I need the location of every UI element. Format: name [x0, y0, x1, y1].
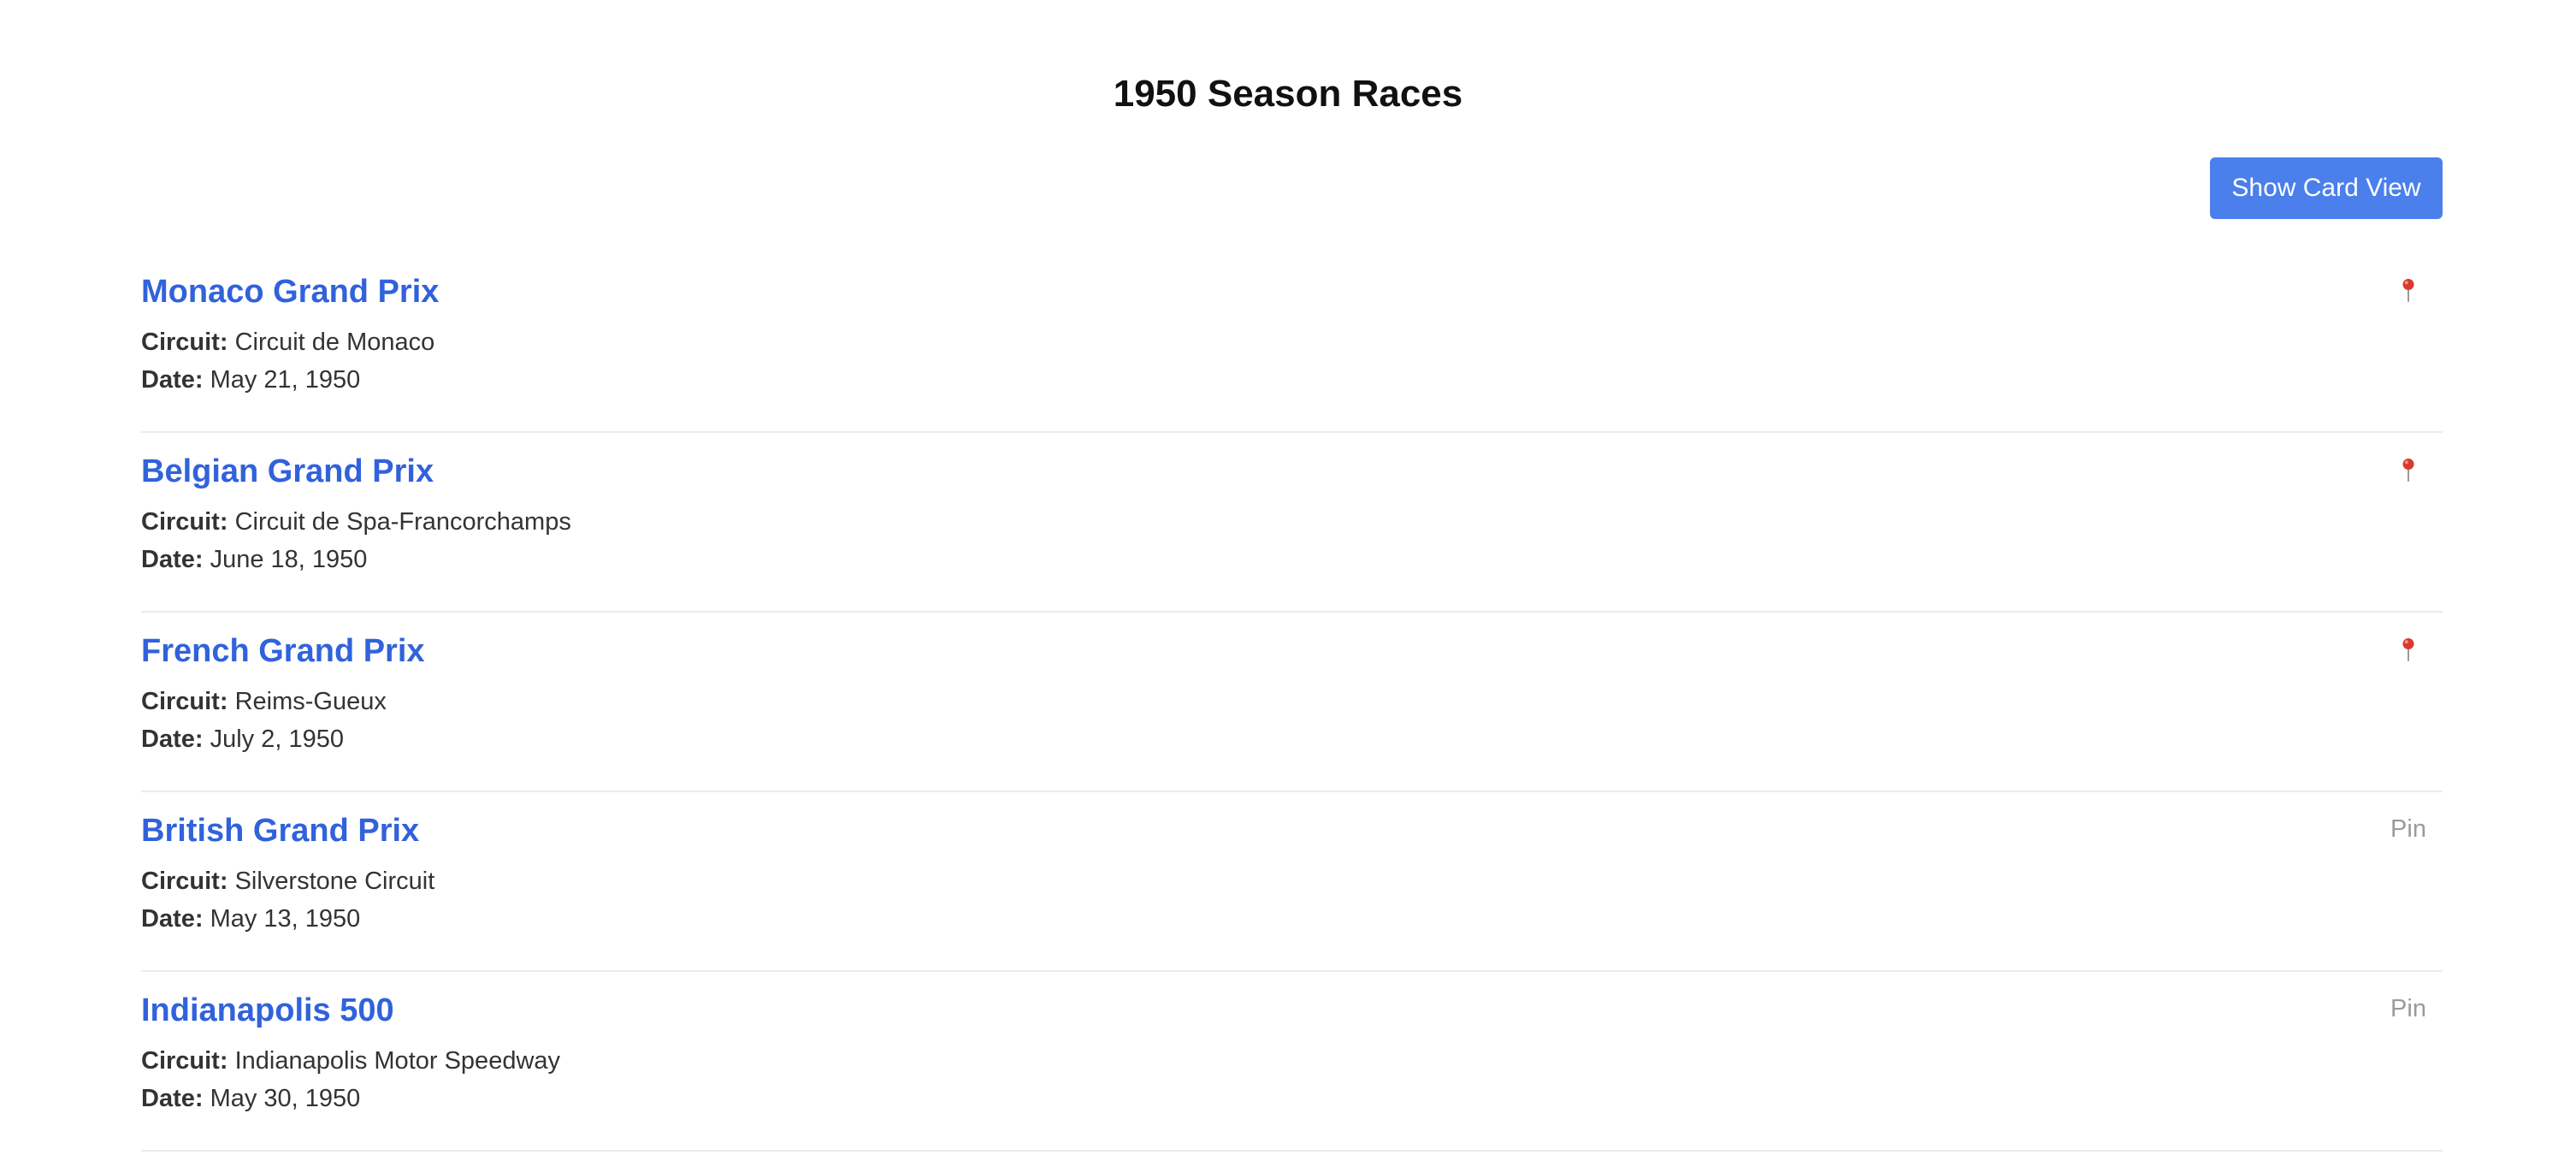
- pin-button[interactable]: Pin: [2374, 808, 2443, 850]
- pin-label: Pin: [2390, 814, 2426, 843]
- date-label: Date:: [141, 546, 204, 573]
- page: 1950 Season Races Show Card View Monaco …: [0, 0, 2576, 1155]
- circuit-label: Circuit:: [141, 329, 228, 356]
- circuit-value: Silverstone Circuit: [234, 868, 435, 895]
- date-value: June 18, 1950: [210, 546, 368, 573]
- circuit-value: Circuit de Monaco: [234, 329, 435, 356]
- circuit-label: Circuit:: [141, 868, 228, 895]
- date-value: May 21, 1950: [210, 366, 361, 394]
- race-circuit: Circuit: Circuit de Monaco: [141, 325, 434, 359]
- pushpin-icon: [2402, 638, 2414, 661]
- race-item: Belgian Grand Prix Circuit: Circuit de S…: [141, 433, 2443, 613]
- date-value: May 30, 1950: [210, 1085, 361, 1112]
- pin-button[interactable]: Pin: [2374, 987, 2443, 1030]
- race-circuit: Circuit: Silverstone Circuit: [141, 864, 434, 898]
- race-name-link[interactable]: Belgian Grand Prix: [141, 450, 434, 493]
- date-label: Date:: [141, 1085, 204, 1112]
- date-label: Date:: [141, 726, 204, 753]
- show-card-view-button[interactable]: Show Card View: [2210, 157, 2443, 219]
- date-label: Date:: [141, 366, 204, 394]
- race-circuit: Circuit: Circuit de Spa-Francorchamps: [141, 505, 571, 539]
- pushpin-icon: [2402, 459, 2414, 482]
- race-circuit: Circuit: Indianapolis Motor Speedway: [141, 1044, 560, 1078]
- circuit-label: Circuit:: [141, 508, 228, 536]
- pin-toggle-button[interactable]: [2374, 448, 2443, 491]
- race-item: British Grand Prix Circuit: Silverstone …: [141, 792, 2443, 972]
- circuit-value: Reims-Gueux: [234, 688, 387, 715]
- date-value: May 13, 1950: [210, 905, 361, 933]
- circuit-value: Circuit de Spa-Francorchamps: [234, 508, 571, 536]
- race-name-link[interactable]: Indianapolis 500: [141, 989, 394, 1032]
- race-date: Date: May 30, 1950: [141, 1081, 360, 1116]
- race-name-link[interactable]: French Grand Prix: [141, 630, 425, 672]
- circuit-label: Circuit:: [141, 1047, 228, 1075]
- race-circuit: Circuit: Reims-Gueux: [141, 684, 387, 719]
- pin-toggle-button[interactable]: [2374, 269, 2443, 311]
- date-value: July 2, 1950: [210, 726, 344, 753]
- date-label: Date:: [141, 905, 204, 933]
- race-item: French Grand Prix Circuit: Reims-Gueux D…: [141, 613, 2443, 792]
- race-date: Date: May 21, 1950: [141, 363, 360, 397]
- page-title: 1950 Season Races: [1113, 73, 1463, 115]
- pin-label: Pin: [2390, 994, 2426, 1022]
- race-item: Indianapolis 500 Circuit: Indianapolis M…: [141, 972, 2443, 1152]
- race-name-link[interactable]: Monaco Grand Prix: [141, 270, 439, 313]
- race-date: Date: May 13, 1950: [141, 902, 360, 936]
- race-list: Monaco Grand Prix Circuit: Circuit de Mo…: [141, 253, 2443, 1152]
- race-date: Date: July 2, 1950: [141, 722, 344, 756]
- race-item: Monaco Grand Prix Circuit: Circuit de Mo…: [141, 253, 2443, 433]
- race-name-link[interactable]: British Grand Prix: [141, 809, 419, 852]
- race-date: Date: June 18, 1950: [141, 542, 367, 577]
- circuit-label: Circuit:: [141, 688, 228, 715]
- pushpin-icon: [2402, 279, 2414, 302]
- circuit-value: Indianapolis Motor Speedway: [234, 1047, 561, 1075]
- pin-toggle-button[interactable]: [2374, 628, 2443, 671]
